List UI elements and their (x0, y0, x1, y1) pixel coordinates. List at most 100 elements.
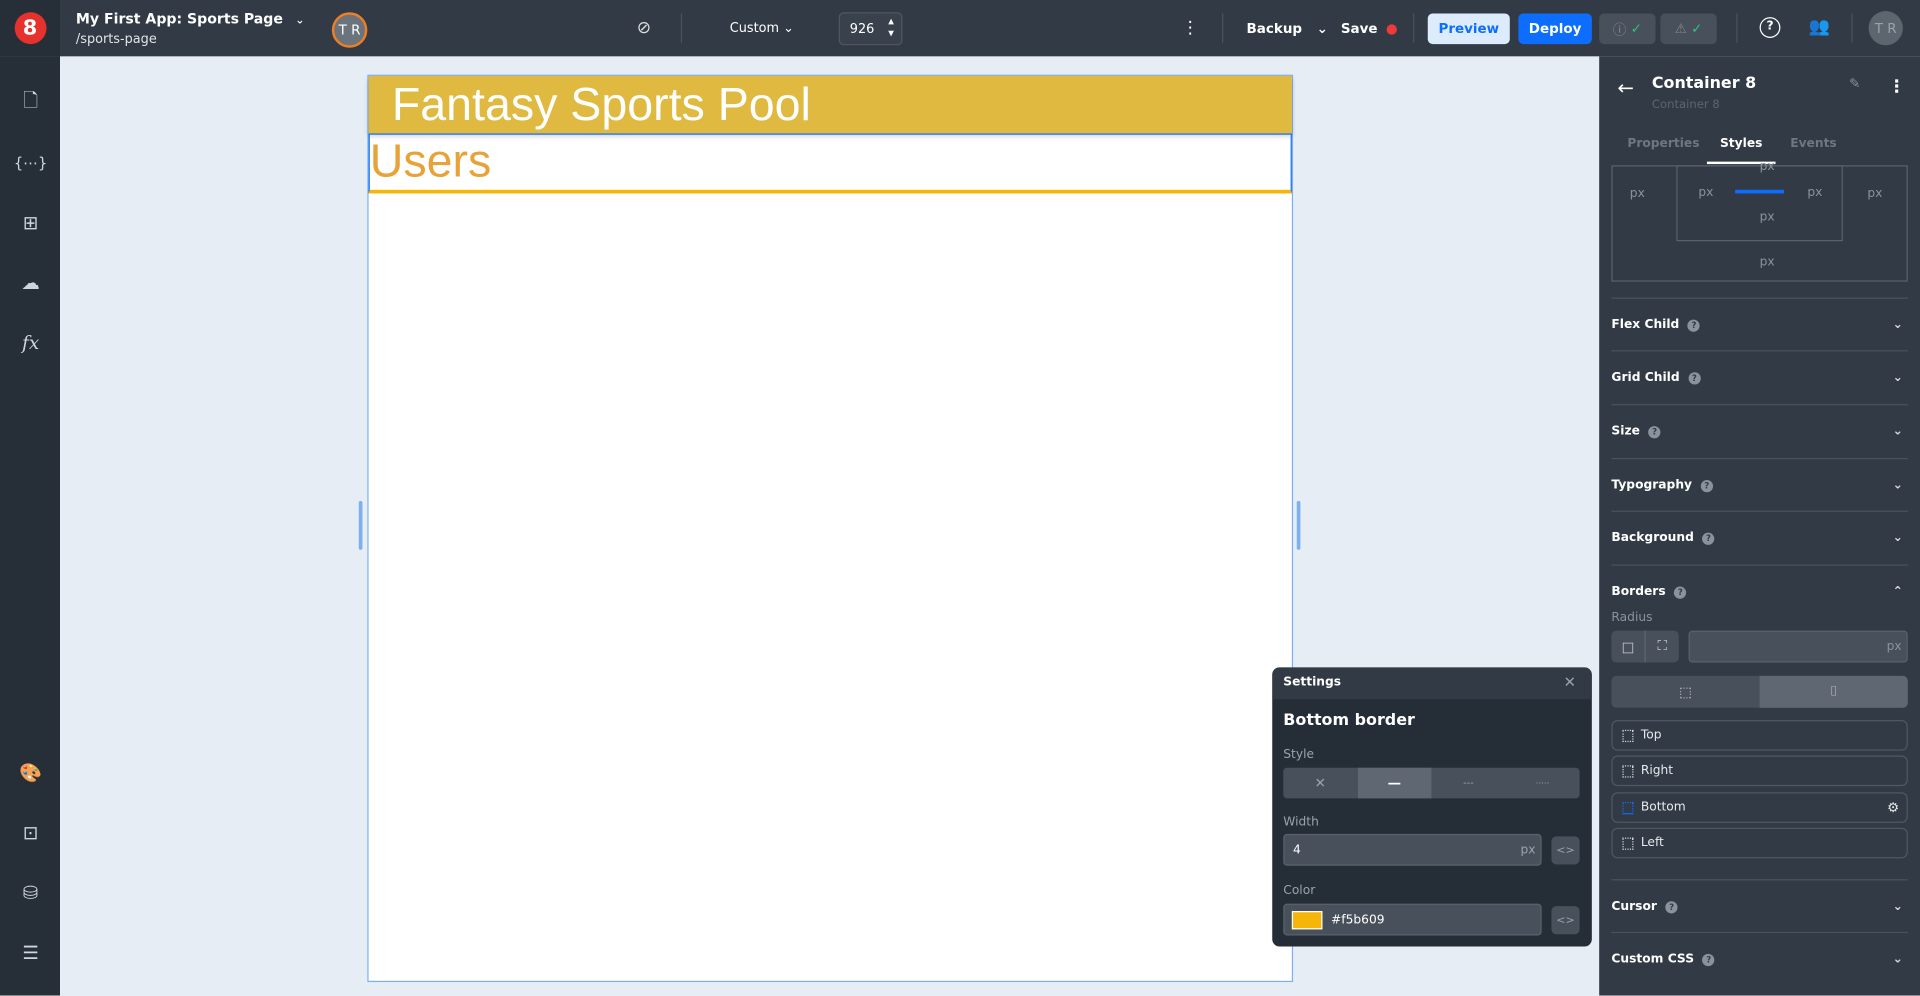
app-title[interactable]: My First App: Sports Page ⌄ (76, 10, 305, 27)
divider (1222, 13, 1224, 43)
variables-icon[interactable]: {⋯} (14, 149, 47, 176)
content-indicator (1735, 189, 1785, 194)
errors-status[interactable]: ⓘ ✓ (1599, 13, 1656, 45)
more-vertical-icon[interactable]: ⋮ (1182, 18, 1199, 38)
user-avatar[interactable]: T R (1868, 11, 1903, 46)
style-dotted-button[interactable]: ····· (1506, 768, 1580, 799)
margin-left-input[interactable]: px (1630, 187, 1645, 200)
border-individual-icon[interactable]: ⌷ (1759, 675, 1908, 708)
code-toggle-icon[interactable]: <> (1551, 836, 1580, 865)
page-canvas[interactable]: Fantasy Sports Pool Users (367, 74, 1294, 983)
padding-left-input[interactable]: px (1698, 186, 1713, 199)
header-title[interactable]: Fantasy Sports Pool (368, 75, 1292, 134)
padding-bottom-input[interactable]: px (1760, 211, 1775, 224)
resize-handle-right[interactable] (1296, 500, 1301, 550)
section-flex-child[interactable]: Flex Child? ⌄ (1611, 297, 1908, 352)
component-subtitle: Container 8 (1651, 97, 1720, 112)
chevron-down-icon: ⌄ (1892, 952, 1903, 967)
component-title[interactable]: Container 8 (1652, 75, 1756, 93)
save-button[interactable]: Save ● (1341, 21, 1398, 37)
width-stepper[interactable]: 926 ▲ ▼ (838, 12, 903, 46)
section-typography[interactable]: Typography? ⌄ (1611, 457, 1908, 512)
code-toggle-icon[interactable]: <> (1551, 906, 1580, 935)
section-background[interactable]: Background? ⌄ (1611, 510, 1908, 565)
tab-events[interactable]: Events (1790, 137, 1837, 150)
gear-icon[interactable]: ⚙ (1887, 800, 1899, 816)
function-icon[interactable]: fx (17, 329, 44, 356)
resize-handle-left[interactable] (358, 500, 363, 550)
help-icon: ? (1648, 425, 1661, 438)
help-icon: ? (1665, 900, 1678, 913)
style-solid-button[interactable]: — (1357, 767, 1432, 799)
settings-sliders-icon[interactable]: ☰ (17, 939, 44, 966)
width-label: Width (1283, 815, 1319, 829)
pages-icon[interactable]: 🗋 (17, 89, 44, 116)
warnings-status[interactable]: ⚠ ✓ (1660, 13, 1717, 45)
border-top-icon (1622, 729, 1634, 742)
color-swatch[interactable] (1291, 910, 1323, 929)
section-custom-css[interactable]: Custom CSS? ⌄ (1611, 931, 1908, 986)
tree-icon[interactable]: ⊞ (17, 209, 44, 236)
right-panel: ← Container 8 Container 8 ✎ ⋮ Properties… (1599, 56, 1920, 996)
style-label: Style (1283, 748, 1315, 762)
help-icon: ? (1687, 318, 1701, 332)
help-icon: ? (1702, 953, 1715, 966)
preview-button[interactable]: Preview (1427, 13, 1510, 45)
help-icon[interactable]: ? (1759, 17, 1781, 38)
border-bottom-icon (1622, 801, 1634, 814)
tab-properties[interactable]: Properties (1627, 137, 1699, 150)
unsaved-dot-icon: ● (1385, 20, 1398, 37)
palette-icon[interactable]: 🎨 (17, 759, 44, 786)
border-style-group: ✕ — --- ····· (1283, 767, 1580, 799)
app-logo[interactable]: 8 (0, 0, 61, 57)
radius-input[interactable]: px (1688, 630, 1908, 663)
more-vertical-icon[interactable]: ⋮ (1888, 77, 1905, 97)
border-left-icon (1622, 836, 1634, 850)
section-size[interactable]: Size? ⌄ (1611, 404, 1908, 458)
radius-individual-icon[interactable]: ⛶ (1644, 630, 1678, 663)
divider (1413, 13, 1415, 43)
border-side-left[interactable]: Left (1611, 827, 1908, 859)
padding-right-input[interactable]: px (1807, 186, 1822, 199)
avatar[interactable]: T R (331, 12, 368, 48)
section-cursor[interactable]: Cursor? ⌄ (1611, 879, 1908, 933)
error-icon: ⓘ (1612, 21, 1627, 38)
cloud-icon[interactable]: ☁ (17, 269, 44, 296)
settings-popup: Settings ✕ Bottom border Style ✕ — --- ·… (1272, 667, 1592, 947)
width-input[interactable]: 4 px (1283, 833, 1542, 866)
padding-top-input[interactable]: px (1760, 160, 1775, 173)
back-arrow-icon[interactable]: ← (1618, 76, 1634, 99)
border-side-bottom[interactable]: Bottom ⚙ (1611, 792, 1908, 823)
chevron-down-icon: ⌄ (1892, 318, 1903, 332)
chevron-down-icon: ⌄ (295, 14, 305, 27)
section-borders[interactable]: Borders? ⌃ (1611, 564, 1908, 618)
edit-pencil-icon[interactable]: ✎ (1849, 76, 1860, 92)
deploy-button[interactable]: Deploy (1518, 13, 1592, 45)
section-grid-child[interactable]: Grid Child? ⌄ (1611, 350, 1908, 404)
chevron-down-icon: ⌄ (1892, 478, 1903, 493)
users-heading-container[interactable]: Users (368, 133, 1292, 194)
color-input[interactable]: #f5b609 (1283, 903, 1542, 936)
close-icon[interactable]: ✕ (1564, 673, 1576, 690)
border-side-top[interactable]: Top (1611, 720, 1908, 751)
stepper-arrows-icon[interactable]: ▲ ▼ (888, 16, 894, 40)
style-none-button[interactable]: ✕ (1283, 768, 1357, 799)
margin-bottom-input[interactable]: px (1760, 256, 1775, 269)
viewport-select[interactable]: Custom ⌄ (730, 21, 794, 36)
database-icon[interactable]: ⛁ (17, 879, 44, 906)
check-icon: ✓ (1630, 20, 1642, 37)
style-dashed-button[interactable]: --- (1431, 768, 1505, 799)
users-icon[interactable]: 👥 (1809, 17, 1830, 37)
settings-heading: Bottom border (1283, 711, 1415, 730)
border-all-icon[interactable]: ⬚ (1611, 676, 1759, 708)
media-icon[interactable]: ⊡ (17, 819, 44, 846)
margin-right-input[interactable]: px (1867, 187, 1882, 200)
check-icon: ✓ (1691, 20, 1703, 37)
width-unit: px (1520, 843, 1536, 857)
chevron-down-icon: ⌄ (1316, 20, 1328, 37)
spacing-box: px px px px px px px (1611, 160, 1908, 282)
backup-button[interactable]: Backup ⌄ (1247, 21, 1328, 37)
hide-eye-icon[interactable]: ⊘ (637, 18, 651, 38)
border-side-right[interactable]: Right (1611, 755, 1908, 787)
radius-all-icon[interactable]: □ (1611, 631, 1644, 663)
